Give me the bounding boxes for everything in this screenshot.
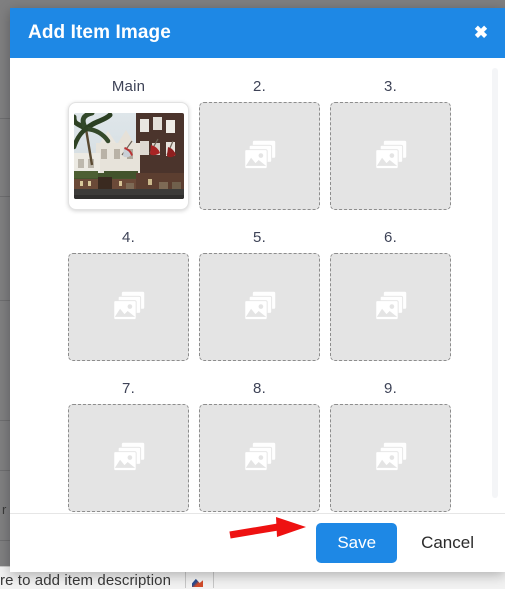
image-slot-empty[interactable] bbox=[68, 404, 189, 512]
images-stack-icon bbox=[242, 441, 278, 475]
image-slot-empty[interactable] bbox=[199, 404, 320, 512]
image-slot-label: Main bbox=[111, 78, 146, 95]
image-slot-label: 2. bbox=[253, 78, 266, 95]
image-slot-cell: Main bbox=[63, 78, 194, 210]
image-slot-label: 4. bbox=[122, 229, 135, 246]
modal-body: Main 2. 3. 4. 5. 6. 7. 8. 9. bbox=[10, 58, 505, 513]
images-stack-icon bbox=[373, 441, 409, 475]
modal-footer: Save Cancel bbox=[10, 513, 505, 572]
image-slot-cell: 9. bbox=[325, 380, 456, 512]
add-item-image-modal: Add Item Image ✖ Main 2. 3. 4. 5. 6. 7. 8. 9. Sa… bbox=[10, 8, 505, 572]
images-stack-icon bbox=[242, 139, 278, 173]
close-icon[interactable]: ✖ bbox=[470, 22, 492, 44]
images-stack-icon bbox=[111, 290, 147, 324]
modal-header: Add Item Image ✖ bbox=[10, 8, 505, 58]
image-slot-cell: 8. bbox=[194, 380, 325, 512]
image-slot-label: 9. bbox=[384, 380, 397, 397]
image-slot-label: 8. bbox=[253, 380, 266, 397]
image-slot-cell: 2. bbox=[194, 78, 325, 210]
image-slot-empty[interactable] bbox=[68, 253, 189, 361]
save-button[interactable]: Save bbox=[316, 523, 398, 563]
images-stack-icon bbox=[373, 290, 409, 324]
image-slot-cell: 7. bbox=[63, 380, 194, 512]
image-slot-cell: 5. bbox=[194, 229, 325, 361]
image-slot-cell: 3. bbox=[325, 78, 456, 210]
item-photo bbox=[73, 113, 184, 199]
image-slot-empty[interactable] bbox=[330, 404, 451, 512]
image-slot-label: 6. bbox=[384, 229, 397, 246]
background-truncated-letter: r bbox=[2, 502, 7, 517]
image-slot-empty[interactable] bbox=[330, 102, 451, 210]
image-slot-cell: 4. bbox=[63, 229, 194, 361]
images-stack-icon bbox=[373, 139, 409, 173]
modal-body-scrollbar[interactable] bbox=[492, 68, 498, 498]
image-slot-label: 7. bbox=[122, 380, 135, 397]
images-stack-icon bbox=[242, 290, 278, 324]
images-stack-icon bbox=[111, 441, 147, 475]
image-slot-grid: Main 2. 3. 4. 5. 6. 7. 8. 9. bbox=[63, 78, 463, 513]
image-slot-empty[interactable] bbox=[330, 253, 451, 361]
image-slot-empty[interactable] bbox=[199, 253, 320, 361]
image-slot-cell: 6. bbox=[325, 229, 456, 361]
image-slot-filled[interactable] bbox=[68, 102, 189, 210]
image-slot-empty[interactable] bbox=[199, 102, 320, 210]
modal-title: Add Item Image bbox=[28, 22, 171, 43]
image-slot-label: 3. bbox=[384, 78, 397, 95]
background-bottom-text: re to add item description bbox=[0, 572, 172, 589]
cancel-button[interactable]: Cancel bbox=[415, 532, 480, 554]
image-slot-label: 5. bbox=[253, 229, 266, 246]
